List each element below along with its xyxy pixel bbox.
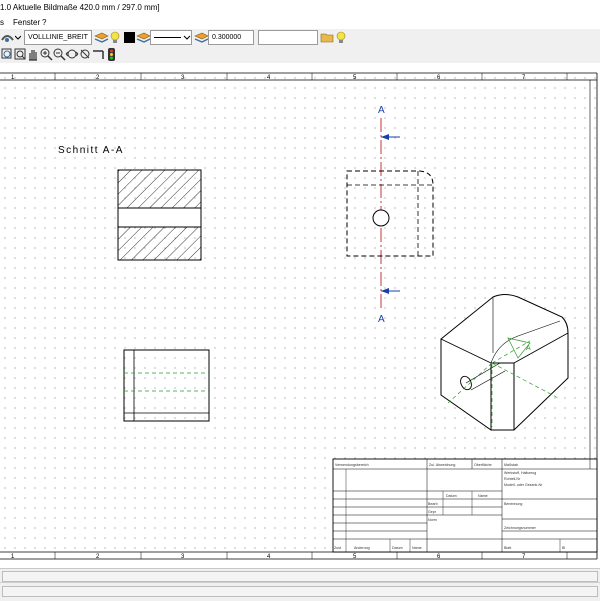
layer-field[interactable] xyxy=(258,30,318,45)
title-block-bl: Bl xyxy=(562,546,565,550)
title-block-blatt: Blatt xyxy=(504,546,511,550)
section-view[interactable] xyxy=(117,169,202,261)
scrollbar-track[interactable] xyxy=(2,571,598,582)
lightbulb-icon[interactable] xyxy=(108,30,123,45)
title-block[interactable]: Verwendungsbereich Zul. Abweichung Oberf… xyxy=(332,458,598,553)
title-block-werkstoff: Werkstoff, Halbzeug xyxy=(504,471,536,475)
status-bar xyxy=(0,582,600,601)
title-block-norm: Norm xyxy=(428,518,437,522)
title-block-aenderung: Änderung xyxy=(354,546,370,550)
title-block-datum2: Datum xyxy=(392,546,403,550)
title-block-oberflaeche: Oberfläche xyxy=(474,463,492,467)
property-toolbar: VOLLLINIE_BREIT 0.300000 xyxy=(0,29,600,47)
menu-bar: s Fenster ? xyxy=(0,16,600,29)
detail-label: A xyxy=(526,345,531,352)
title-block-benennung: Benennung xyxy=(504,502,522,506)
title-block-zust: Zust xyxy=(334,546,341,550)
line-pattern-select[interactable] xyxy=(150,30,192,45)
line-width-field[interactable]: 0.300000 xyxy=(208,30,254,45)
view-toolbar xyxy=(0,46,600,64)
traffic-light-icon[interactable] xyxy=(104,47,119,62)
drawing-sheet[interactable]: 1 2 3 4 5 6 7 1 2 3 4 5 6 7 Schnitt A-A xyxy=(0,63,600,568)
title-block-zul-abweichung: Zul. Abweichung xyxy=(429,463,455,467)
title-block-datum: Datum xyxy=(446,494,457,498)
title-block-bearb: Bearb xyxy=(428,502,438,506)
title-block-modell: Modell- oder Gesenk-Nr xyxy=(504,483,543,487)
menu-item-ansicht[interactable]: s xyxy=(0,18,4,27)
section-view-label: Schnitt A-A xyxy=(58,145,124,156)
title-block-verwendung: Verwendungsbereich xyxy=(335,463,369,467)
layer-stack-icon-3[interactable] xyxy=(194,30,209,45)
lightbulb-icon-2[interactable] xyxy=(334,30,349,45)
layer-stack-icon[interactable] xyxy=(94,30,109,45)
folder-icon[interactable] xyxy=(320,30,335,45)
title-block-name2: Name xyxy=(412,546,422,550)
line-type-field[interactable]: VOLLLINIE_BREIT xyxy=(24,30,92,45)
drawing-canvas[interactable]: 1 2 3 4 5 6 7 1 2 3 4 5 6 7 Schnitt A-A xyxy=(0,63,600,568)
status-panel xyxy=(2,586,598,597)
title-block-massstab: Maßstab xyxy=(504,463,518,467)
title-block-gepr: Gepr xyxy=(428,510,437,514)
menu-item-fenster[interactable]: Fenster xyxy=(13,18,40,27)
title-block-name: Name xyxy=(478,494,488,498)
color-swatch-icon[interactable] xyxy=(122,30,137,45)
section-marker-top: A xyxy=(378,105,385,116)
menu-item-help[interactable]: ? xyxy=(42,18,46,27)
title-block-zeichnungsnummer: Zeichnungsnummer xyxy=(504,526,537,530)
section-marker-bottom: A xyxy=(378,314,385,325)
title-block-rohteilnr: Rohteil-Nr xyxy=(504,477,521,481)
window-title: 1.0 Aktuelle Bildmaße 420.0 mm / 297.0 m… xyxy=(0,3,160,12)
horizontal-scrollbar[interactable] xyxy=(0,568,600,583)
line-style-icon[interactable] xyxy=(0,30,15,45)
window-title-bar: 1.0 Aktuelle Bildmaße 420.0 mm / 297.0 m… xyxy=(0,0,600,17)
chevron-down-icon[interactable] xyxy=(14,34,22,42)
layer-stack-icon-2[interactable] xyxy=(136,30,151,45)
